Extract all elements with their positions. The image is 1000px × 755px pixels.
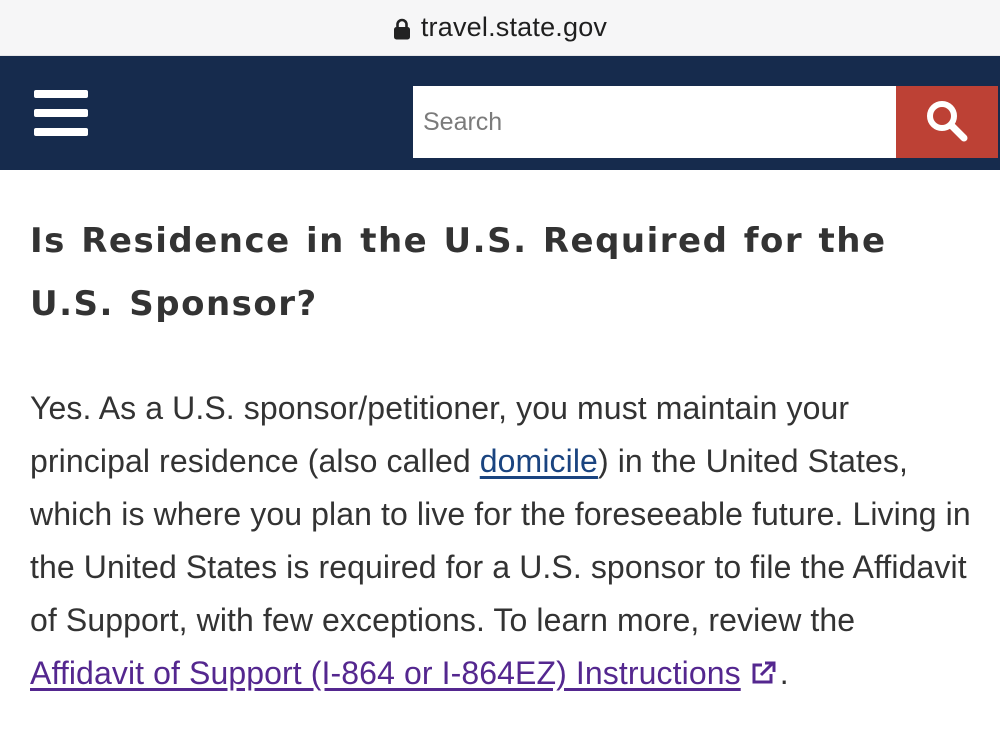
page-title: Is Residence in the U.S. Required for th… (30, 221, 887, 324)
main-content: Is Residence in the U.S. Required for th… (0, 170, 1000, 702)
search-button[interactable] (896, 86, 998, 158)
search-icon (924, 98, 970, 147)
affidavit-instructions-link[interactable]: Affidavit of Support (I-864 or I-864EZ) … (30, 655, 741, 691)
menu-button[interactable] (34, 90, 88, 136)
url-text: travel.state.gov (420, 12, 608, 42)
search-form (413, 86, 998, 158)
browser-url-bar[interactable]: travel.state.gov (0, 0, 1000, 56)
domicile-link[interactable]: domicile (480, 443, 598, 479)
search-input[interactable] (413, 86, 896, 158)
external-link-icon[interactable] (750, 649, 778, 702)
lock-icon (393, 16, 411, 40)
paragraph-text-3: . (779, 655, 789, 691)
site-header (0, 56, 1000, 170)
body-paragraph: Yes. As a U.S. sponsor/petitioner, you m… (30, 382, 972, 702)
